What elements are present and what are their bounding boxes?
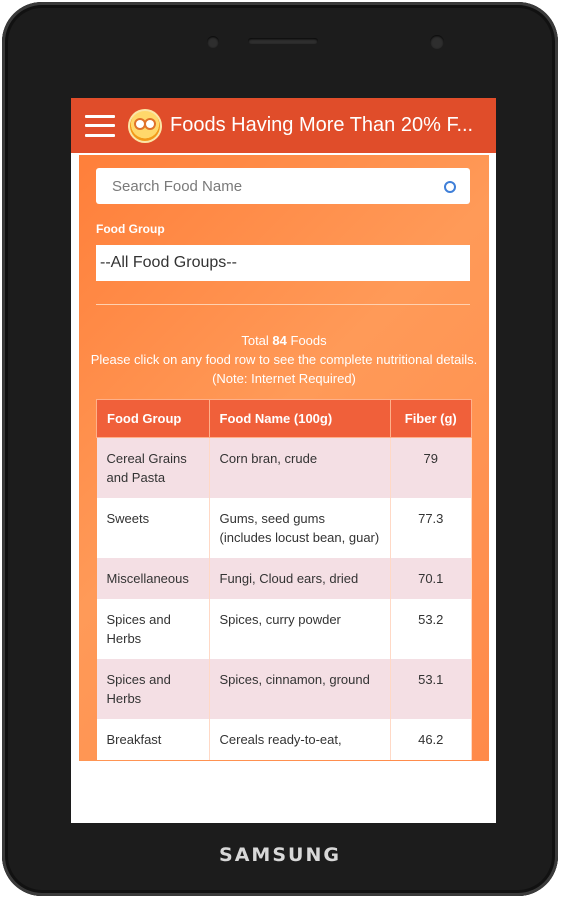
cell-fiber: 53.1 — [390, 659, 472, 719]
table-row[interactable]: Miscellaneous Fungi, Cloud ears, dried 7… — [96, 558, 472, 599]
cell-food-name: Cereals ready-to-eat, — [209, 719, 391, 760]
search-input[interactable] — [110, 176, 434, 196]
main-content: Food Group --All Food Groups-- Total 84 … — [79, 155, 489, 761]
header-fiber[interactable]: Fiber (g) — [389, 399, 472, 438]
cell-food-group: Miscellaneous — [96, 558, 210, 599]
front-camera — [430, 35, 444, 49]
table-row[interactable]: Sweets Gums, seed gums (includes locust … — [96, 498, 472, 558]
search-box[interactable] — [96, 168, 470, 204]
app-title: Foods Having More Than 20% F... — [170, 114, 474, 136]
header-food-name[interactable]: Food Name (100g) — [208, 399, 391, 438]
hamburger-menu-icon[interactable] — [85, 114, 115, 137]
cell-food-group: Sweets — [96, 498, 210, 558]
table-row[interactable]: Breakfast Cereals ready-to-eat, 46.2 — [96, 719, 472, 760]
app-logo-icon — [128, 108, 162, 143]
cell-food-group: Cereal Grains and Pasta — [96, 437, 210, 498]
header-food-group[interactable]: Food Group — [96, 399, 210, 438]
cell-food-group: Breakfast — [96, 719, 210, 760]
cell-food-name: Corn bran, crude — [209, 437, 391, 498]
table-row[interactable]: Spices and Herbs Spices, curry powder 53… — [96, 599, 472, 659]
cell-food-name: Fungi, Cloud ears, dried — [209, 558, 391, 599]
app-screen: Foods Having More Than 20% F... Food Gro… — [71, 98, 496, 823]
cell-food-name: Spices, curry powder — [209, 599, 391, 659]
cell-fiber: 53.2 — [390, 599, 472, 659]
tablet-frame: Foods Having More Than 20% F... Food Gro… — [2, 2, 558, 896]
food-count: 84 — [272, 333, 287, 348]
divider — [96, 304, 470, 305]
cell-food-group: Spices and Herbs — [96, 659, 210, 719]
cell-food-group: Spices and Herbs — [96, 599, 210, 659]
summary-text: Total 84 Foods Please click on any food … — [79, 331, 489, 388]
earpiece-speaker — [248, 38, 318, 44]
table-row[interactable]: Cereal Grains and Pasta Corn bran, crude… — [96, 437, 472, 498]
foods-table: Food Group Food Name (100g) Fiber (g) Ce… — [96, 399, 472, 760]
summary-suffix: Foods — [286, 333, 327, 348]
cell-fiber: 77.3 — [390, 498, 472, 558]
cell-food-name: Gums, seed gums (includes locust bean, g… — [209, 498, 391, 558]
camera-sensor — [207, 36, 219, 48]
cell-fiber: 79 — [390, 437, 472, 498]
cell-fiber: 70.1 — [390, 558, 472, 599]
food-group-label: Food Group — [96, 222, 165, 236]
table-row[interactable]: Spices and Herbs Spices, cinnamon, groun… — [96, 659, 472, 719]
device-brand-logo: SAMSUNG — [219, 844, 341, 866]
summary-prefix: Total — [241, 333, 273, 348]
food-group-selected: --All Food Groups-- — [100, 254, 237, 271]
table-header-row: Food Group Food Name (100g) Fiber (g) — [96, 399, 472, 438]
summary-instruction: Please click on any food row to see the … — [90, 352, 478, 386]
app-bar: Foods Having More Than 20% F... — [71, 98, 496, 153]
cell-fiber: 46.2 — [390, 719, 472, 760]
search-icon[interactable] — [444, 181, 456, 193]
food-group-select[interactable]: --All Food Groups-- — [96, 245, 470, 281]
cell-food-name: Spices, cinnamon, ground — [209, 659, 391, 719]
